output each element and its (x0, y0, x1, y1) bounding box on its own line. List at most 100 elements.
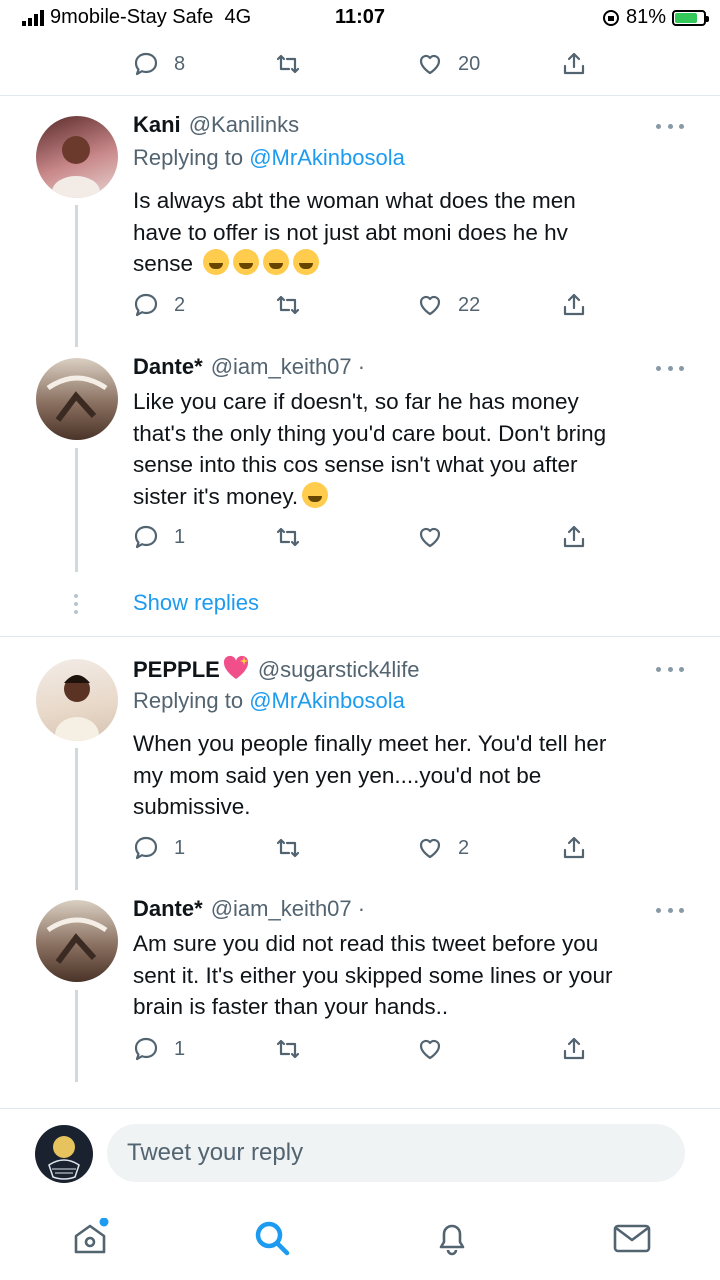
replying-to: Replying to @MrAkinbosola (133, 688, 405, 713)
notifications-icon (439, 1224, 465, 1256)
like-button[interactable]: 20 (416, 48, 480, 80)
thread-dots (74, 594, 78, 618)
share-button[interactable] (560, 48, 588, 80)
reply-icon (134, 836, 158, 860)
tweet-text: When you people finally meet her. You'd … (133, 731, 607, 819)
replying-to: Replying to @MrAkinbosola (133, 145, 405, 170)
user-handle[interactable]: @sugarstick4life (258, 657, 420, 682)
reply-button[interactable]: 1 (132, 832, 185, 864)
display-name[interactable]: PEPPLE (133, 657, 220, 682)
retweet-button[interactable] (274, 1033, 302, 1065)
tab-messages[interactable] (612, 1218, 652, 1258)
rotation-lock-icon (602, 9, 619, 26)
user-handle[interactable]: @iam_keith07 · (211, 354, 365, 379)
like-button[interactable]: 22 (416, 289, 480, 321)
retweet-button[interactable] (274, 289, 302, 321)
reply-icon (134, 525, 158, 549)
more-options-icon[interactable] (656, 122, 684, 130)
reply-icon (134, 52, 158, 76)
more-options-icon[interactable] (656, 364, 684, 372)
more-options-icon[interactable] (656, 906, 684, 914)
user-handle[interactable]: @iam_keith07 · (211, 896, 365, 921)
display-name[interactable]: Dante* (133, 896, 203, 921)
retweet-button[interactable] (274, 48, 302, 80)
more-options-icon[interactable] (656, 665, 684, 673)
retweet-button[interactable] (274, 521, 302, 553)
tweet-text: Is always abt the woman what does the me… (133, 188, 576, 276)
share-icon (563, 525, 585, 548)
avatar[interactable] (36, 659, 118, 741)
reply-icon (134, 1037, 158, 1061)
battery-icon (672, 9, 709, 26)
thread-line (75, 448, 78, 572)
like-button[interactable] (416, 521, 444, 553)
bottom-tab-bar (0, 1204, 720, 1280)
avatar[interactable] (36, 116, 118, 198)
like-count: 20 (458, 52, 481, 75)
tweet-text: Like you care if doesn't, so far he has … (133, 389, 607, 509)
reply-button[interactable]: 2 (132, 289, 185, 321)
tab-home[interactable] (70, 1217, 110, 1258)
home-icon (74, 1217, 109, 1254)
my-avatar[interactable] (35, 1125, 93, 1183)
reply-count: 1 (174, 525, 186, 548)
tweet-header: PEPPLE @sugarstick4life (133, 655, 420, 683)
show-replies-link[interactable]: Show replies (133, 590, 259, 616)
like-button[interactable]: 2 (416, 832, 469, 864)
share-button[interactable] (560, 832, 588, 864)
retweet-button[interactable] (274, 832, 302, 864)
reply-compose-bar (0, 1108, 720, 1205)
mention-link[interactable]: @MrAkinbosola (249, 145, 405, 170)
reply-count: 1 (174, 836, 186, 859)
reply-button[interactable]: 8 (132, 48, 185, 80)
reply-input[interactable] (107, 1124, 685, 1182)
tab-notifications[interactable] (432, 1218, 472, 1258)
heart-icon (419, 54, 441, 75)
reply-count: 8 (174, 52, 186, 75)
tweet-actions: 1 2 (132, 832, 592, 864)
share-icon (563, 1037, 585, 1060)
retweet-icon (276, 54, 300, 74)
retweet-icon (276, 295, 300, 315)
reply-count: 2 (174, 293, 186, 316)
heart-icon (419, 838, 441, 859)
like-count: 2 (458, 836, 470, 859)
tweet-actions: 1 (132, 1033, 592, 1065)
thread-line (75, 990, 78, 1082)
heart-icon (419, 527, 441, 548)
divider (0, 95, 720, 96)
avatar[interactable] (36, 900, 118, 982)
tweet-actions: 2 22 (132, 289, 592, 321)
like-button[interactable] (416, 1033, 444, 1065)
tab-search[interactable] (252, 1218, 292, 1258)
display-name[interactable]: Kani (133, 112, 181, 137)
mention-link[interactable]: @MrAkinbosola (249, 688, 405, 713)
tweet-header: Kani @Kanilinks (133, 112, 299, 138)
share-icon (563, 293, 585, 316)
share-button[interactable] (560, 289, 588, 321)
user-handle[interactable]: @Kanilinks (189, 112, 299, 137)
sparkling-heart-icon (223, 655, 248, 679)
battery-percent: 81% (625, 6, 666, 28)
display-name[interactable]: Dante* (133, 354, 203, 379)
divider (0, 636, 720, 637)
share-icon (563, 836, 585, 859)
reply-icon (134, 293, 158, 317)
reply-button[interactable]: 1 (132, 521, 185, 553)
reply-count: 1 (174, 1037, 186, 1060)
retweet-icon (276, 838, 300, 858)
share-button[interactable] (560, 1033, 588, 1065)
thread-line (75, 205, 78, 347)
laughing-emoji-icon (263, 249, 290, 275)
tweet-header: Dante* @iam_keith07 · (133, 354, 365, 380)
laughing-emoji-icon (233, 249, 260, 275)
tweet-header: Dante* @iam_keith07 · (133, 896, 365, 922)
tweet-actions-top: 8 20 (132, 48, 592, 80)
share-button[interactable] (560, 521, 588, 553)
laughing-emoji-icon (293, 249, 320, 275)
like-count: 22 (458, 293, 481, 316)
reply-button[interactable]: 1 (132, 1033, 185, 1065)
tweet-text: Am sure you did not read this tweet befo… (133, 931, 613, 1019)
tweet-actions: 1 (132, 521, 592, 553)
avatar[interactable] (36, 358, 118, 440)
